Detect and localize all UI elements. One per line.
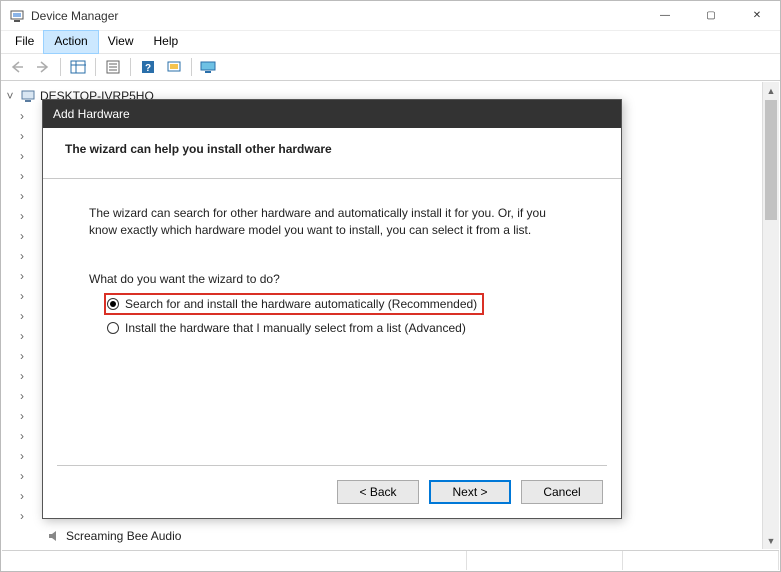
storage-icon (32, 548, 48, 549)
minimize-button[interactable]: — (642, 1, 688, 30)
scroll-up-icon[interactable]: ▲ (763, 82, 779, 99)
svg-text:?: ? (145, 63, 151, 74)
menu-action[interactable]: Action (44, 31, 97, 53)
window-title: Device Manager (31, 9, 642, 23)
dialog-header: The wizard can help you install other ha… (43, 128, 621, 179)
chevron-right-icon[interactable]: › (16, 346, 28, 366)
chevron-right-icon[interactable]: › (16, 466, 28, 486)
menubar: File Action View Help (1, 31, 780, 53)
scroll-down-icon[interactable]: ▼ (763, 532, 779, 549)
titlebar: Device Manager — ▢ ✕ (1, 1, 780, 31)
chevron-right-icon[interactable]: › (16, 326, 28, 346)
radio-option-manual[interactable]: Install the hardware that I manually sel… (107, 318, 575, 338)
chevron-right-icon[interactable]: › (16, 206, 28, 226)
status-cell (2, 551, 467, 570)
status-cell (467, 551, 623, 570)
chevron-right-icon[interactable]: › (16, 186, 28, 206)
chevron-right-icon[interactable]: › (16, 146, 28, 166)
radio-selected-icon (107, 298, 119, 310)
device-manager-window: Device Manager — ▢ ✕ File Action View He… (0, 0, 781, 572)
dialog-buttons: < Back Next > Cancel (337, 480, 603, 504)
close-button[interactable]: ✕ (734, 1, 780, 30)
dialog-divider (57, 465, 607, 466)
radio-option-automatic[interactable]: Search for and install the hardware auto… (107, 296, 481, 312)
maximize-button[interactable]: ▢ (688, 1, 734, 30)
computer-icon (20, 88, 36, 104)
tree-item-screaming-bee[interactable]: Screaming Bee Audio (46, 526, 777, 546)
toolbar-separator (60, 58, 61, 76)
dialog-description: The wizard can search for other hardware… (89, 205, 575, 240)
radio-label: Install the hardware that I manually sel… (125, 321, 466, 335)
dialog-body: The wizard can search for other hardware… (43, 179, 621, 348)
toolbar-separator (191, 58, 192, 76)
chevron-right-icon[interactable]: › (16, 366, 28, 386)
chevron-right-icon[interactable]: › (16, 106, 28, 126)
chevron-right-icon[interactable]: › (16, 486, 28, 506)
toolbar-separator (95, 58, 96, 76)
close-icon: ✕ (753, 10, 761, 21)
window-controls: — ▢ ✕ (642, 1, 780, 30)
statusbar (2, 550, 779, 570)
radio-label: Search for and install the hardware auto… (125, 297, 477, 311)
toolbar: ? (1, 53, 780, 81)
dialog-question: What do you want the wizard to do? (89, 272, 575, 286)
menu-view[interactable]: View (98, 31, 144, 53)
chevron-right-icon[interactable]: › (16, 266, 28, 286)
properties-button[interactable] (101, 56, 125, 78)
chevron-right-icon[interactable]: › (16, 286, 28, 306)
audio-icon (46, 528, 62, 544)
back-button[interactable]: < Back (337, 480, 419, 504)
tree-item-label: Storage controllers (52, 546, 153, 549)
chevron-right-icon[interactable]: › (16, 506, 28, 526)
back-button[interactable] (5, 56, 29, 78)
device-manager-icon (9, 8, 25, 24)
tree-item-storage[interactable]: › Storage controllers (16, 546, 777, 549)
minimize-icon: — (660, 10, 670, 21)
chevron-right-icon[interactable]: › (16, 426, 28, 446)
forward-button[interactable] (31, 56, 55, 78)
radio-group: Search for and install the hardware auto… (89, 296, 575, 338)
scan-hardware-button[interactable] (162, 56, 186, 78)
show-hide-tree-button[interactable] (66, 56, 90, 78)
toolbar-separator (130, 58, 131, 76)
chevron-right-icon[interactable]: › (16, 546, 28, 549)
status-cell (623, 551, 779, 570)
scroll-thumb[interactable] (765, 100, 777, 220)
maximize-icon: ▢ (706, 10, 715, 21)
menu-help[interactable]: Help (144, 31, 189, 53)
menu-file[interactable]: File (5, 31, 44, 53)
chevron-right-icon[interactable]: › (16, 446, 28, 466)
dialog-heading: The wizard can help you install other ha… (65, 142, 599, 156)
chevron-down-icon[interactable]: ˅ (4, 86, 16, 106)
chevron-right-icon[interactable]: › (16, 126, 28, 146)
chevron-right-icon[interactable]: › (16, 386, 28, 406)
chevron-right-icon[interactable]: › (16, 306, 28, 326)
add-hardware-dialog: Add Hardware The wizard can help you ins… (42, 99, 622, 519)
dialog-title: Add Hardware (43, 100, 621, 128)
cancel-button[interactable]: Cancel (521, 480, 603, 504)
chevron-right-icon[interactable]: › (16, 406, 28, 426)
tree-item-label: Screaming Bee Audio (66, 526, 181, 546)
next-button[interactable]: Next > (429, 480, 511, 504)
chevron-right-icon[interactable]: › (16, 226, 28, 246)
vertical-scrollbar[interactable]: ▲ ▼ (762, 82, 779, 549)
radio-unselected-icon (107, 322, 119, 334)
chevron-right-icon[interactable]: › (16, 166, 28, 186)
help-button[interactable]: ? (136, 56, 160, 78)
monitor-button[interactable] (197, 56, 221, 78)
chevron-right-icon[interactable]: › (16, 246, 28, 266)
